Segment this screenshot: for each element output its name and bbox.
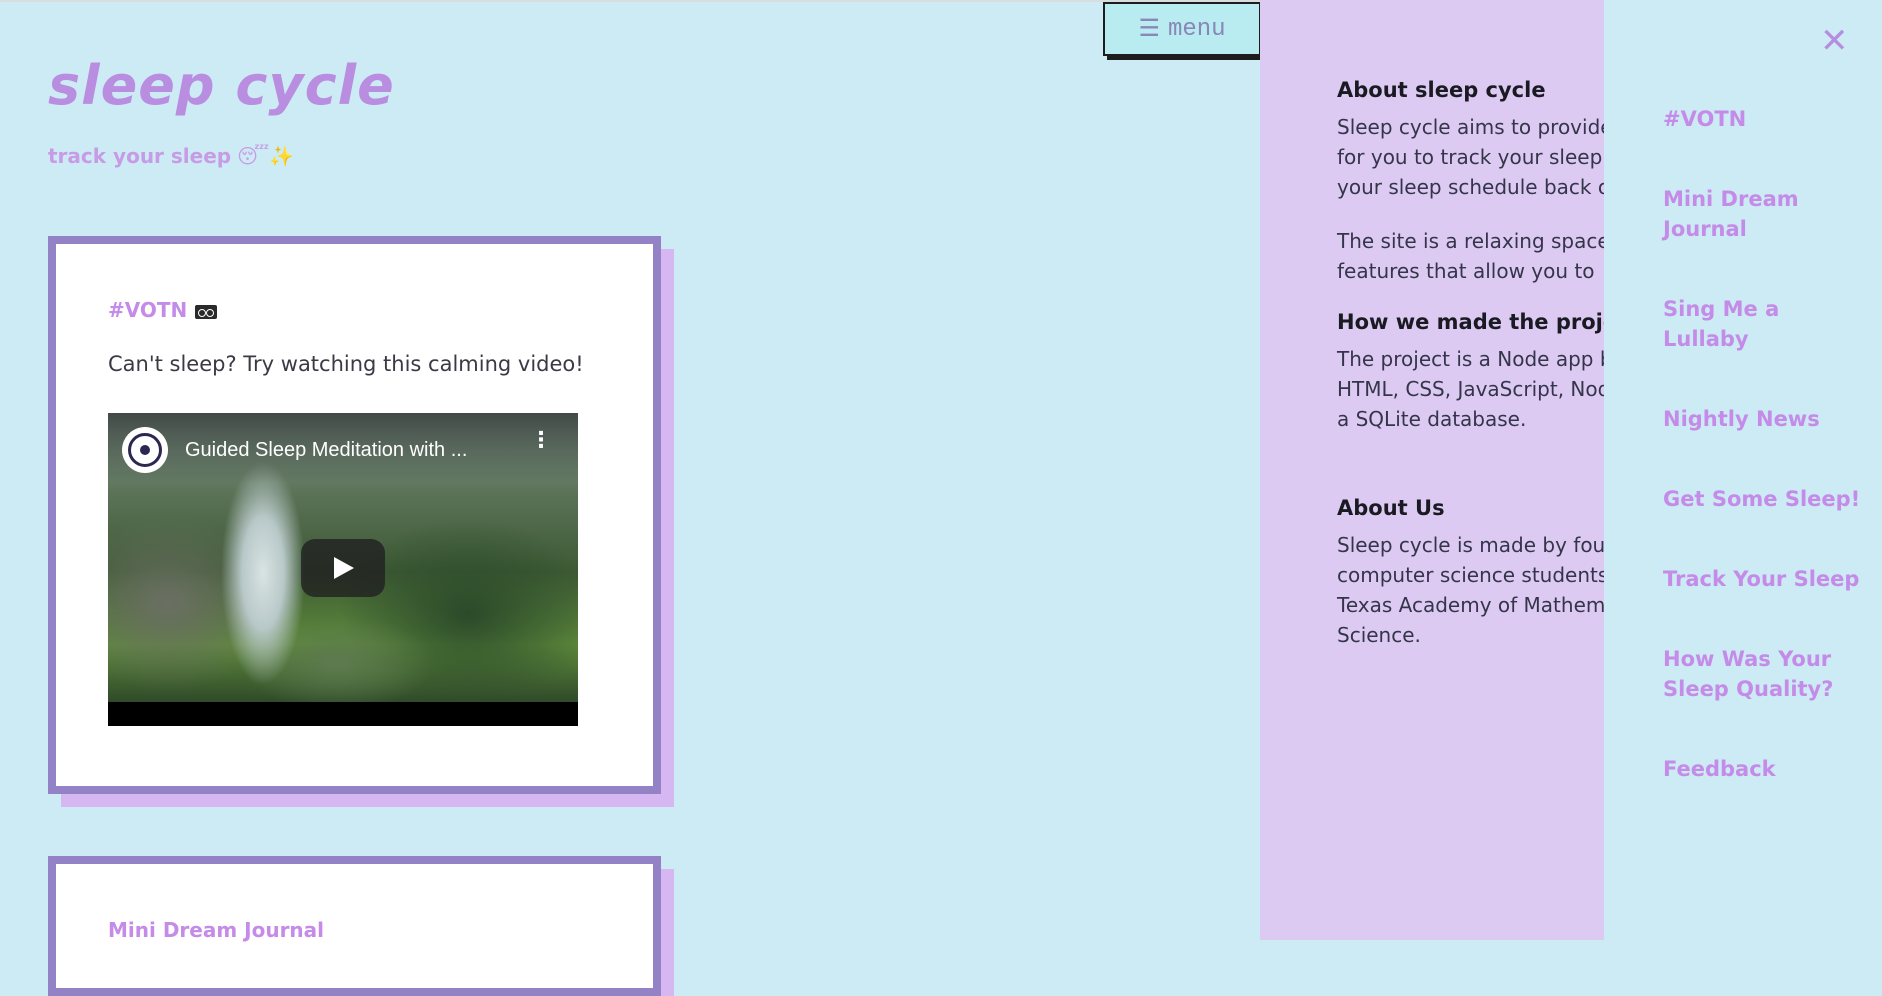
embedded-video[interactable]: Guided Sleep Meditation with ... ⋮ <box>108 413 578 726</box>
nav-item-nightly-news[interactable]: Nightly News <box>1663 404 1820 434</box>
more-options-icon[interactable]: ⋮ <box>530 430 552 452</box>
card-description: Can't sleep? Try watching this calming v… <box>108 352 584 376</box>
about-paragraph: The site is a relaxing space with featur… <box>1337 229 1604 283</box>
project-section: How we made the project The project is a… <box>1337 310 1604 434</box>
close-icon[interactable]: ✕ <box>1820 24 1849 58</box>
site-title: sleep cycle <box>48 54 395 117</box>
about-us-section: About Us Sleep cycle is made by four com… <box>1337 496 1604 650</box>
nav-item-get-some-sleep[interactable]: Get Some Sleep! <box>1663 484 1860 514</box>
video-title[interactable]: Guided Sleep Meditation with ... <box>185 439 467 462</box>
project-paragraph: The project is a Node app built with HTM… <box>1337 347 1604 431</box>
tagline-text: track your sleep <box>48 144 232 168</box>
card-title: Mini Dream Journal <box>108 918 325 942</box>
channel-avatar-icon[interactable] <box>122 427 168 473</box>
project-heading: How we made the project <box>1337 310 1604 334</box>
votn-card: #VOTN Can't sleep? Try watching this cal… <box>48 236 661 794</box>
about-paragraph: Sleep cycle aims to provide a space for … <box>1337 115 1604 199</box>
dream-journal-card: Mini Dream Journal <box>48 856 661 996</box>
about-us-paragraph: Sleep cycle is made by four computer sci… <box>1337 533 1604 647</box>
nav-drawer: ✕ #VOTN Mini Dream Journal Sing Me a Lul… <box>1604 0 1882 940</box>
sleep-sparkles-icon: 😴✨ <box>237 144 295 168</box>
nav-item-sing-me-a-lullaby[interactable]: Sing Me a Lullaby <box>1663 294 1863 354</box>
videocassette-icon <box>195 304 218 319</box>
card-title: #VOTN <box>108 298 218 322</box>
nav-item-mini-dream-journal[interactable]: Mini Dream Journal <box>1663 184 1863 244</box>
play-button[interactable] <box>301 539 385 597</box>
menu-button[interactable]: ☰ menu <box>1103 2 1261 56</box>
about-us-heading: About Us <box>1337 496 1445 520</box>
about-heading: About sleep cycle <box>1337 78 1546 102</box>
card-title-text: #VOTN <box>108 298 188 322</box>
about-section: About sleep cycle Sleep cycle aims to pr… <box>1337 78 1604 286</box>
nav-item-votn[interactable]: #VOTN <box>1663 104 1746 134</box>
nav-item-sleep-quality[interactable]: How Was Your Sleep Quality? <box>1663 644 1863 704</box>
nav-item-feedback[interactable]: Feedback <box>1663 754 1776 784</box>
menu-button-label: menu <box>1167 15 1226 43</box>
tagline: track your sleep 😴✨ <box>48 144 294 168</box>
about-panel: About sleep cycle Sleep cycle aims to pr… <box>1260 0 1604 940</box>
hamburger-icon: ☰ <box>1138 17 1160 44</box>
nav-item-track-your-sleep[interactable]: Track Your Sleep <box>1663 564 1859 594</box>
